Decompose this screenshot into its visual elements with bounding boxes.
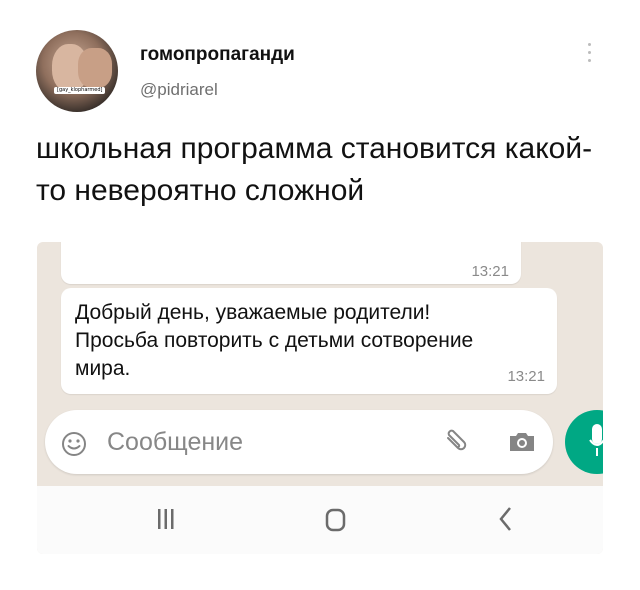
mic-button[interactable]	[565, 410, 603, 474]
mic-icon	[589, 424, 603, 456]
message-bubble[interactable]: Добрый день, уважаемые родители! Просьба…	[61, 288, 557, 394]
message-time: 13:21	[507, 368, 545, 385]
camera-icon[interactable]	[507, 430, 537, 454]
avatar-tag: [gay_klopharmed]	[54, 87, 106, 94]
message-text: Добрый день, уважаемые родители! Просьба…	[75, 301, 474, 380]
message-input[interactable]: Сообщение	[45, 410, 553, 474]
tweet-text: школьная программа становится какой-то н…	[36, 132, 593, 207]
back-icon[interactable]	[498, 506, 512, 532]
display-name[interactable]: гомопропаганди	[140, 44, 295, 66]
attach-icon[interactable]	[442, 428, 470, 456]
more-options-icon[interactable]	[588, 43, 592, 62]
emoji-icon[interactable]	[61, 431, 87, 457]
previous-message-bubble: 13:21	[61, 242, 521, 284]
message-placeholder: Сообщение	[107, 428, 244, 456]
chat-screenshot: 13:21 Добрый день, уважаемые родители! П…	[37, 242, 603, 554]
avatar-hand	[78, 48, 112, 88]
user-handle[interactable]: @pidriarel	[140, 80, 218, 100]
message-time: 13:21	[471, 263, 509, 280]
android-nav-bar	[37, 486, 603, 554]
avatar[interactable]: [gay_klopharmed]	[36, 30, 118, 112]
recents-icon[interactable]	[156, 508, 176, 530]
home-icon[interactable]	[325, 508, 347, 532]
